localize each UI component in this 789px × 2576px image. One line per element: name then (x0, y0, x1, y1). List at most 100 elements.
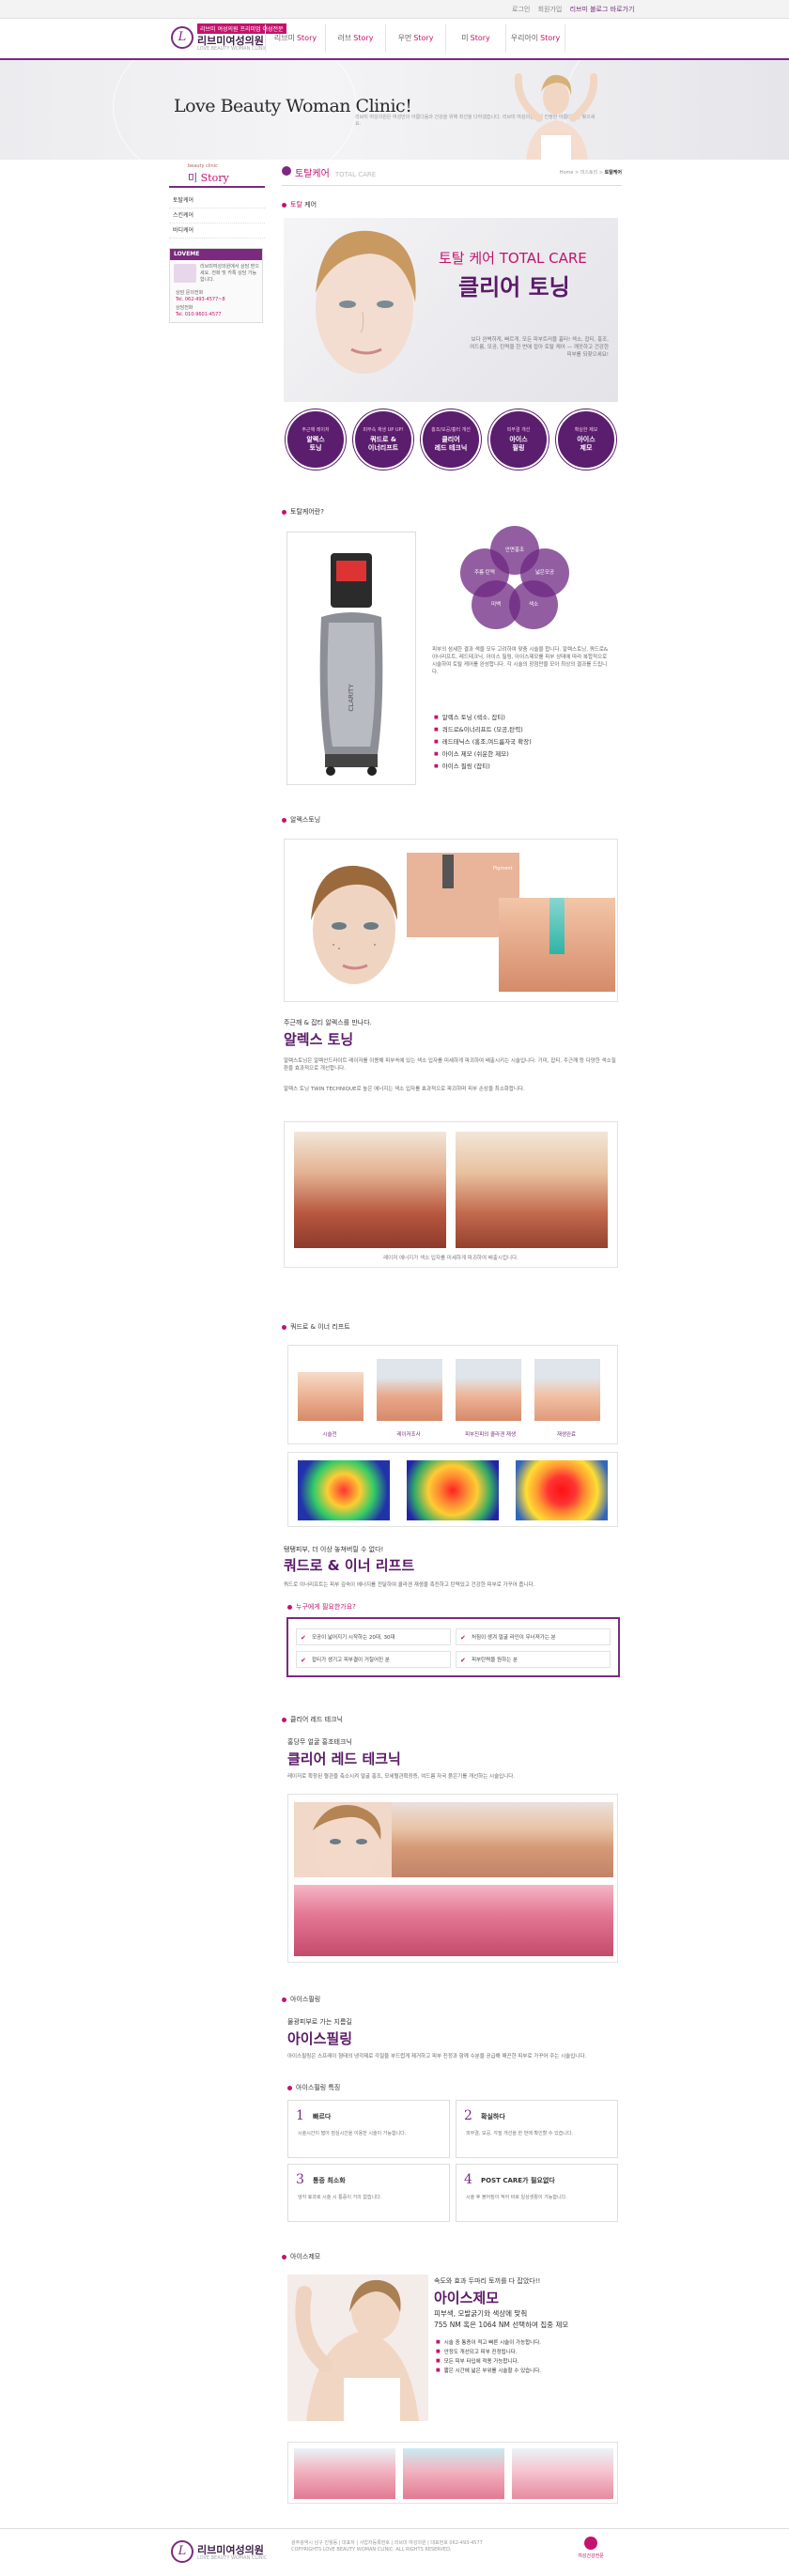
who-item: 잡티가 생기고 피부결이 거칠어진 분 (296, 1651, 451, 1669)
lnb-item-totalcare[interactable]: 토탈케어 (169, 193, 265, 208)
blog-link[interactable]: 리브미 블로그 바로가기 (570, 6, 635, 13)
circle-b2: 필링 (512, 444, 525, 452)
red-vessel-image (294, 1885, 613, 1956)
thermal-image-2 (407, 1460, 499, 1520)
what-list-item: 쿼드로&이너리프트 (모공,탄력) (434, 724, 532, 736)
device-brand: CLARITY (348, 684, 355, 712)
what-desc: 피부의 섬세한 결과 색을 모두 고려하여 맞춤 시술을 합니다. 알렉스토닝,… (432, 647, 609, 675)
lnb-small: beauty clinic (188, 163, 218, 169)
circle-b1: 클리어 (441, 436, 460, 443)
ice-desc: 아이스필링은 스프레이 형태의 냉각제로 각질을 부드럽게 제거하고 피부 진정… (287, 2054, 587, 2059)
footer-logo-mark-icon: L (171, 2540, 193, 2563)
alex-after-image (456, 1132, 608, 1248)
section-title-text: 아이스필링 (290, 1996, 321, 2003)
header: L 리브미 여성의원 프리미엄 여성전문 리브미여성의원 LOVE BEAUTY… (0, 19, 789, 60)
red-face-image (294, 1802, 392, 1877)
quadro-heading: 쿼드로 & 이너 리프트 (284, 1557, 415, 1574)
section-title-ice-removal: 아이스제모 (282, 2252, 320, 2261)
who-title-text: 누구에게 필요한가요? (296, 1603, 356, 1611)
gnb-item-beauty-story[interactable]: 미 Story (445, 24, 505, 53)
circle-small: 피부속 재생 UP UP! (363, 427, 404, 433)
removal-steps-box (287, 2442, 618, 2504)
section-title-text: 토탈케어란? (290, 508, 324, 516)
util-links: 로그인 회원가입 리브미 블로그 바로가기 (512, 5, 640, 14)
gnb-label: 미 (461, 34, 469, 42)
removal-list-item: 짧은 시간에 넓은 부위를 시술할 수 있습니다. (436, 2367, 614, 2376)
circle-red-technic[interactable]: 홍조/모공/흉터 개선 클리어 레드 테크닉 (421, 409, 481, 470)
circle-ice-peeling[interactable]: 피부결 개선 아이스 필링 (488, 409, 549, 470)
lnb-item-bodycare[interactable]: 바디케어 (169, 224, 265, 239)
page-title: 토탈케어 TOTAL CARE (295, 165, 376, 179)
section-title-red: 클리어 레드 테크닉 (282, 1715, 343, 1724)
quadro-step-label: 레이저조사 (396, 1432, 421, 1438)
feat-num: 4 (464, 2172, 472, 2187)
page-title-text: 토탈케어 (295, 169, 330, 179)
visual-title: Love Beauty Woman Clinic! (174, 96, 412, 116)
hero-desc: 보다 완벽하게, 빠르게, 모든 피부트러블 흉터! 색소, 잡티, 홍조, 여… (470, 337, 609, 358)
feat-desc: 시술 후 붉어짐이 적어 바로 일상생활이 가능합니다. (466, 2195, 567, 2200)
circle-quadro[interactable]: 피부속 재생 UP UP! 쿼드로 & 이너리프트 (353, 409, 413, 470)
circle-ice-hair-removal[interactable]: 확실한 제모 아이스 제모 (556, 409, 616, 470)
alex-face-image (288, 845, 420, 997)
device-image-box: CLARITY (286, 532, 416, 785)
removal-sub2: 755 NM 혹은 1064 NM 선택하여 집중 제모 (434, 2321, 569, 2329)
ice-feat-4: 4 POST CARE가 필요없다 시술 후 붉어짐이 적어 바로 일상생활이 가능… (456, 2164, 618, 2222)
main-visual: Love Beauty Woman Clinic! 리브미 여성의원은 여성만의… (0, 60, 789, 160)
section-title-text: 클리어 레드 테크닉 (290, 1716, 343, 1723)
banner-line3: 상담전화 (176, 305, 193, 311)
circle-b1: 아이스 (577, 436, 596, 443)
quadro-step3-image (456, 1359, 521, 1421)
gnb-item-love-story[interactable]: 러브 Story (325, 24, 385, 53)
red-desc: 레이저로 확장된 혈관을 축소시켜 얼굴 홍조, 모세혈관확장증, 여드름 자국… (287, 1774, 516, 1780)
ice-feat-title: 아이스필링 특징 (287, 2083, 340, 2092)
section-title-what: 토탈케어란? (282, 507, 324, 517)
red-layer-image (392, 1802, 613, 1877)
quadro-step1-image (298, 1372, 364, 1421)
gnb-label: 러브 (337, 34, 352, 42)
ice-removal-woman-image (287, 2275, 428, 2421)
lnb-item-skincare[interactable]: 스킨케어 (169, 208, 265, 224)
top-util-bar: 로그인 회원가입 리브미 블로그 바로가기 (0, 0, 789, 19)
banner-tel1: Tel. 062-493-4577~8 (176, 297, 225, 302)
section-title-text: 알렉스토닝 (290, 816, 321, 824)
logo[interactable]: L 리브미 여성의원 프리미엄 여성전문 리브미여성의원 LOVE BEAUTY… (171, 23, 286, 54)
section-title-text: 쿼드로 & 이너 리프트 (290, 1323, 350, 1331)
lnb-title-pre: 미 (188, 172, 198, 184)
removal-sub1: 피부색, 모발굵기와 색상에 맞춰 (434, 2309, 528, 2318)
gnb-label-em: Story (470, 34, 490, 42)
removal-list-item: 시술 중 통증이 적고 빠른 시술이 가능합니다. (436, 2338, 614, 2348)
visual-woman-image (514, 73, 598, 160)
lnb-title: beauty clinic 미 Story (169, 160, 265, 188)
alex-desc1: 알렉스토닝은 알렉산드라이트 레이저를 이용해 피부속에 있는 색소 입자를 미… (284, 1058, 616, 1072)
banner-text: 리브미여성의원에서 상담 받으세요. 전화 및 카톡 상담 가능합니다. (200, 264, 259, 283)
circle-b2: 이너리프트 (367, 444, 399, 452)
gnb-item-kids-story[interactable]: 우리아이 Story (505, 24, 565, 53)
laser-beam (549, 898, 565, 954)
footer-logo[interactable]: L 리브미여성의원 LOVE BEAUTY WOMAN CLINIC (171, 2537, 274, 2568)
login-link[interactable]: 로그인 (512, 6, 530, 13)
bullet-icon (282, 509, 286, 515)
bullet-icon (282, 1997, 286, 2002)
feat-num: 2 (464, 2108, 472, 2123)
gnb-item-loveme-story[interactable]: 리브미 Story (265, 24, 325, 53)
treatment-circles: 주근깨 레이저 알렉스 토닝 피부속 재생 UP UP! 쿼드로 & 이너리프트 홍조/… (282, 409, 622, 471)
section-title-pre: 토탈 (290, 201, 302, 208)
bullet-icon (287, 2085, 292, 2090)
feat-num: 1 (296, 2108, 304, 2123)
gnb-item-woman-story[interactable]: 우먼 Story (385, 24, 445, 53)
join-link[interactable]: 회원가입 (538, 6, 563, 13)
section-title-text: 아이스제모 (290, 2253, 321, 2260)
removal-list: 시술 중 통증이 적고 빠른 시술이 가능합니다. 안정도 개선되고 피부 진정… (436, 2338, 614, 2376)
alex-skin-image (499, 898, 615, 992)
ice-kicker: 물광피부로 가는 지름길 (287, 2018, 352, 2026)
consult-banner[interactable]: LOVEME 리브미여성의원에서 상담 받으세요. 전화 및 카톡 상담 가능합… (169, 248, 263, 323)
badge-text: 여성건강전문 (578, 2553, 604, 2559)
removal-list-item: 모든 피부 타입에 적용 가능합니다. (436, 2357, 614, 2367)
alex-heading: 알렉스 토닝 (284, 1031, 354, 1048)
circle-b1: 쿼드로 & (370, 436, 396, 443)
bullet-icon (287, 1604, 292, 1610)
hero-title-en: 토탈 케어 TOTAL CARE (439, 250, 587, 267)
thermal-image-1 (298, 1460, 390, 1520)
banner-line1: 상담 문의전화 (176, 290, 204, 296)
circle-alex-toning[interactable]: 주근깨 레이저 알렉스 토닝 (286, 409, 346, 470)
